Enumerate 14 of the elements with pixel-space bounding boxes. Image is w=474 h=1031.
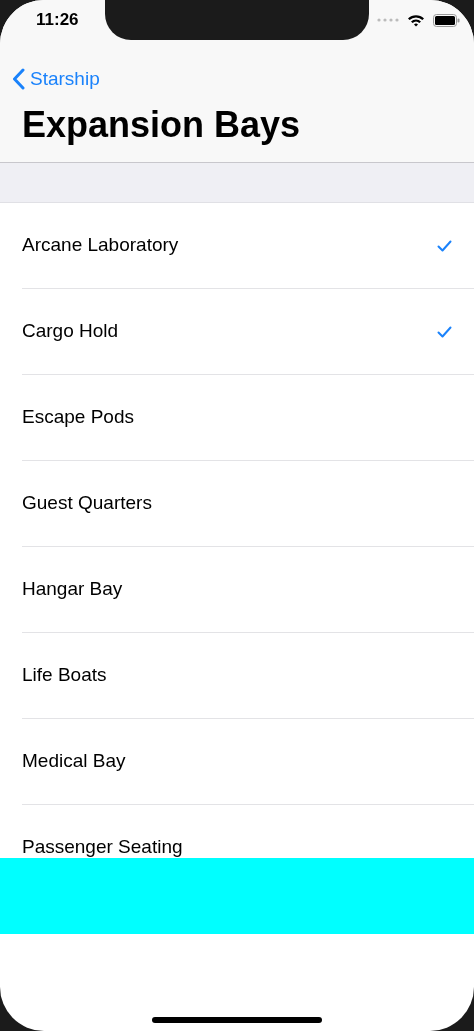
signal-icon xyxy=(377,18,399,22)
list-row[interactable]: Hangar Bay xyxy=(22,547,474,633)
wifi-icon xyxy=(407,13,425,27)
battery-icon xyxy=(433,13,460,27)
list-row[interactable]: Arcane Laboratory xyxy=(22,203,474,289)
list-row[interactable]: Escape Pods xyxy=(22,375,474,461)
status-time: 11:26 xyxy=(36,9,79,32)
list-row[interactable]: Medical Bay xyxy=(22,719,474,805)
list-row[interactable]: Life Boats xyxy=(22,633,474,719)
list-row[interactable]: Cargo Hold xyxy=(22,289,474,375)
list-row[interactable]: Guest Quarters xyxy=(22,461,474,547)
back-button[interactable]: Starship xyxy=(12,65,100,94)
page-title: Expansion Bays xyxy=(22,103,302,147)
chevron-left-icon xyxy=(12,68,26,91)
